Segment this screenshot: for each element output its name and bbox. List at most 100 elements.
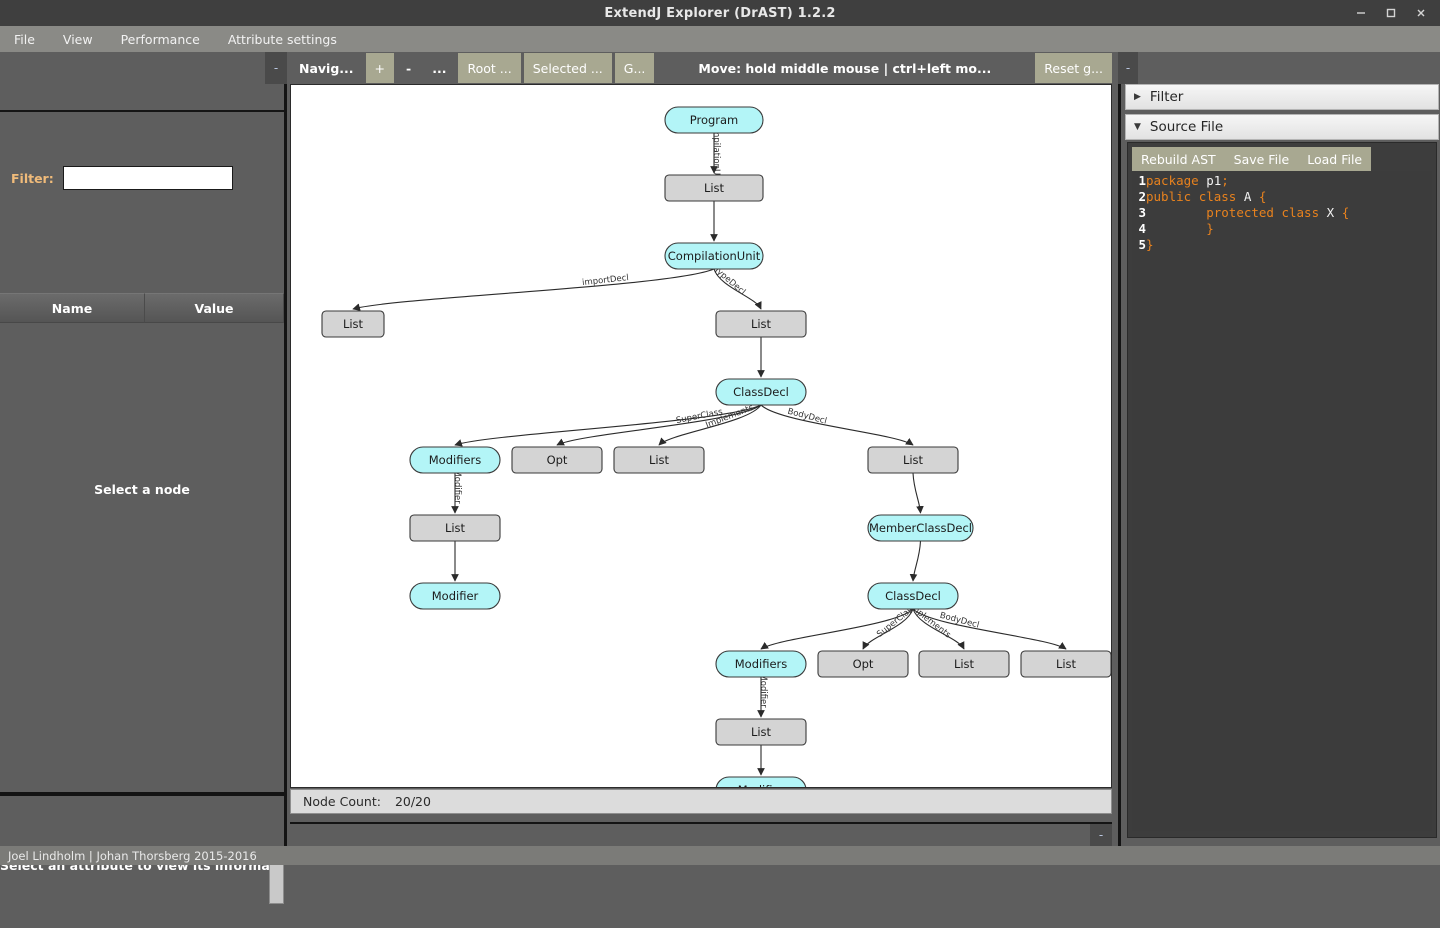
statusbar-credits: Joel Lindholm | Johan Thorsberg 2015-201…	[8, 848, 257, 863]
graph-node[interactable]: ClassDecl	[867, 582, 959, 610]
bottom-panel-collapse-button[interactable]: -	[1090, 824, 1112, 846]
graph-node-label: List	[751, 317, 772, 331]
graph-node-label: Opt	[853, 657, 874, 671]
graph-node[interactable]: Program	[664, 106, 764, 134]
zoom-out-button[interactable]: -	[397, 53, 421, 83]
menubar: File View Performance Attribute settings	[0, 26, 1440, 52]
more-options-button[interactable]: ...	[423, 53, 456, 83]
graph-node[interactable]: List	[918, 650, 1010, 678]
code-line-number: 2	[1138, 189, 1146, 204]
source-file-button-bar: Rebuild AST Save File Load File	[1132, 147, 1372, 171]
graph-node-label: List	[903, 453, 924, 467]
code-token: ;	[1221, 173, 1229, 188]
menu-item-performance[interactable]: Performance	[107, 26, 214, 52]
code-line: 4 }	[1132, 221, 1432, 237]
code-token: p1	[1206, 173, 1222, 188]
column-header-value[interactable]: Value	[145, 293, 284, 323]
graph-node-label: Program	[690, 113, 739, 127]
selected-button[interactable]: Selected ...	[523, 53, 612, 83]
graph-edge-label: importDecl	[582, 273, 630, 288]
root-button[interactable]: Root ...	[458, 53, 521, 83]
graph-node-label: CompilationUnit	[668, 249, 761, 263]
save-file-button[interactable]: Save File	[1225, 147, 1299, 171]
graph-node[interactable]: List	[715, 310, 807, 338]
graph-node[interactable]: Opt	[817, 650, 909, 678]
load-file-button[interactable]: Load File	[1298, 147, 1371, 171]
graph-node-label: List	[649, 453, 670, 467]
graph-options-button[interactable]: G...	[614, 53, 655, 83]
code-line: 3 protected class X {	[1132, 205, 1432, 221]
left-panel-scrollbar-thumb[interactable]	[269, 862, 284, 904]
graph-node[interactable]: Modifier	[715, 776, 807, 788]
node-count-value: 20/20	[394, 794, 431, 809]
code-line: 1 package p1;	[1132, 173, 1432, 189]
graph-node-label: List	[751, 725, 772, 739]
filter-section-header[interactable]: ▶ Filter	[1125, 84, 1439, 110]
code-token: protected	[1206, 205, 1274, 220]
bottom-panel: -	[290, 822, 1112, 846]
minimize-icon[interactable]	[1348, 2, 1374, 24]
chevron-down-icon: ▼	[1134, 121, 1141, 132]
code-line-number: 5	[1138, 237, 1146, 252]
navigation-button[interactable]: Navig...	[290, 53, 363, 83]
left-panel-scrollbar[interactable]	[269, 784, 284, 904]
graph-node[interactable]: Modifier	[409, 582, 501, 610]
graph-node-label: Modifier	[738, 783, 785, 788]
code-line-number: 3	[1138, 205, 1146, 220]
graph-node[interactable]: MemberClassDecl	[867, 514, 974, 542]
graph-node[interactable]: List	[715, 718, 807, 746]
graph-node[interactable]: List	[409, 514, 501, 542]
node-count-bar: Node Count: 20/20	[290, 789, 1112, 814]
code-token: A	[1243, 189, 1252, 204]
zoom-in-button[interactable]: +	[365, 53, 395, 83]
menu-item-file[interactable]: File	[0, 26, 49, 52]
maximize-icon[interactable]	[1378, 2, 1404, 24]
graph-node-label: ClassDecl	[885, 589, 941, 603]
filter-section-title: Filter	[1149, 89, 1184, 105]
rebuild-ast-button[interactable]: Rebuild AST	[1132, 147, 1225, 171]
graph-node[interactable]: Modifiers	[409, 446, 501, 474]
menu-item-view[interactable]: View	[49, 26, 107, 52]
code-line: 5}	[1132, 237, 1432, 253]
left-panel-collapse-button[interactable]: -	[265, 52, 287, 84]
menu-item-attribute-settings[interactable]: Attribute settings	[214, 26, 351, 52]
graph-node[interactable]: Opt	[511, 446, 603, 474]
graph-node[interactable]: CompilationUnit	[664, 242, 764, 270]
right-panel-toolbar: -	[1118, 52, 1440, 84]
reset-graph-button[interactable]: Reset g...	[1035, 53, 1112, 83]
graph-node[interactable]: List	[867, 446, 959, 474]
right-panel-collapse-button[interactable]: -	[1118, 52, 1138, 84]
code-token: X	[1326, 205, 1335, 220]
window-title: ExtendJ Explorer (DrAST) 1.2.2	[604, 5, 836, 21]
ast-graph-canvas[interactable]: CompilationU importDecl TypeDecl SuperClass…	[290, 84, 1112, 788]
graph-node[interactable]: List	[1020, 650, 1111, 678]
code-token: {	[1258, 189, 1267, 204]
graph-node[interactable]: List	[664, 174, 764, 202]
graph-node-label: Modifiers	[735, 657, 788, 671]
graph-node[interactable]: ClassDecl	[715, 378, 807, 406]
code-token: public	[1146, 189, 1192, 204]
source-file-section-header[interactable]: ▼ Source File	[1125, 114, 1439, 140]
graph-node-label: List	[1056, 657, 1077, 671]
graph-node[interactable]: List	[613, 446, 705, 474]
code-token: package	[1146, 173, 1199, 188]
code-token: }	[1146, 237, 1154, 252]
graph-edge	[912, 472, 924, 514]
move-hint-text: Move: hold middle mouse | ctrl+left mo..…	[657, 53, 1033, 83]
filter-label: Filter:	[11, 170, 54, 186]
source-file-body: Rebuild AST Save File Load File 1 package…	[1127, 142, 1437, 838]
filter-input[interactable]	[62, 166, 233, 190]
close-icon[interactable]	[1408, 2, 1434, 24]
code-token: class	[1281, 205, 1320, 220]
graph-node[interactable]: List	[321, 310, 385, 338]
graph-node[interactable]: Modifiers	[715, 650, 807, 678]
source-code-editor[interactable]: 1 package p1; 2 public class A {3 protected…	[1132, 171, 1432, 831]
select-node-message: Select a node	[94, 482, 190, 497]
code-line: 2 public class A {	[1132, 189, 1432, 205]
statusbar: Joel Lindholm | Johan Thorsberg 2015-201…	[0, 846, 1440, 865]
column-header-name[interactable]: Name	[0, 293, 145, 323]
